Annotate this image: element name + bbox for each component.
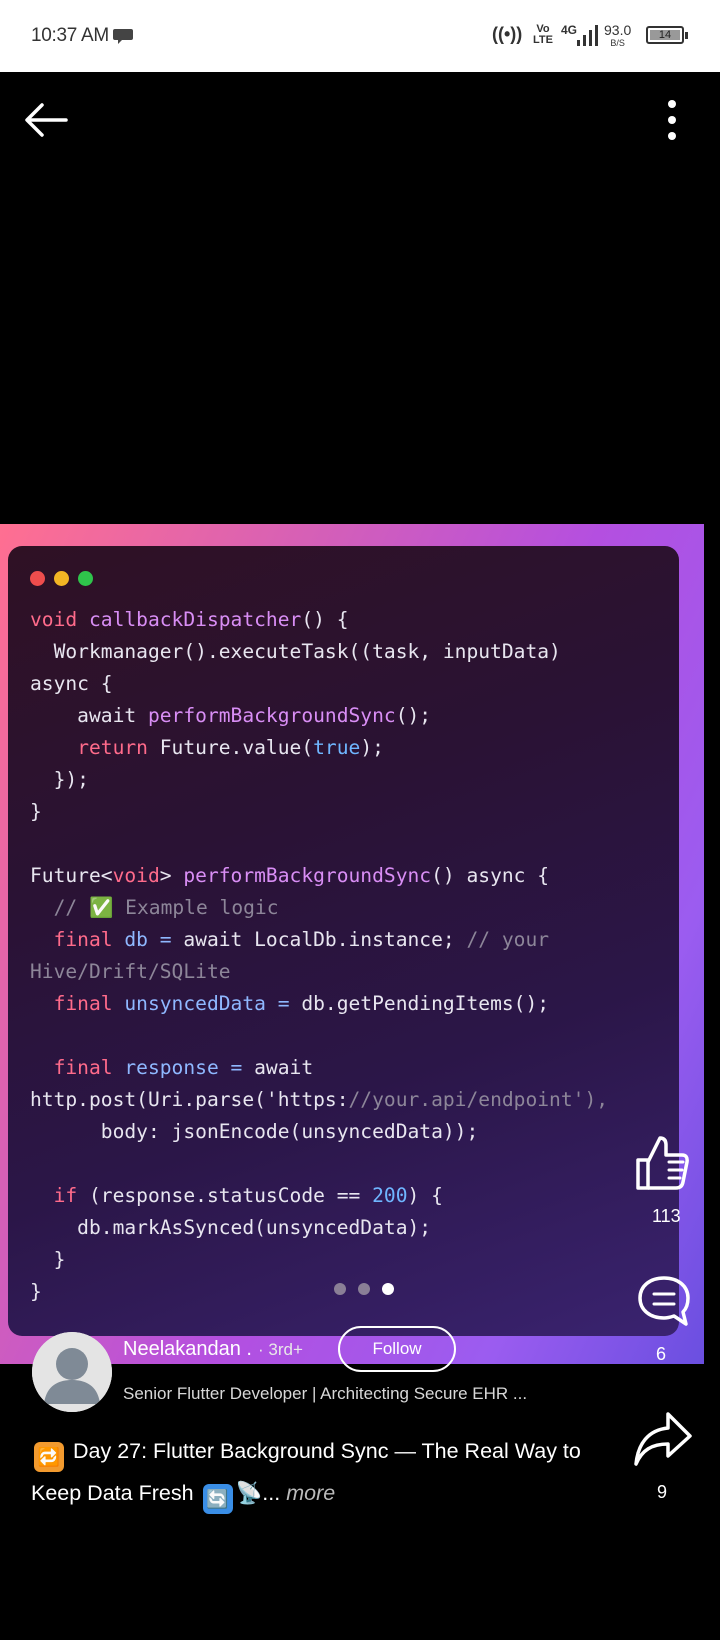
hotspot-icon: ((•)) [492,24,523,44]
code-window: void callbackDispatcher() { Workmanager(… [8,546,679,1336]
code-line: async { [30,672,113,695]
like-count: 113 [652,1206,681,1226]
like-thumbs-up-icon[interactable] [632,1132,692,1192]
status-bar: 10:37 AM ((•)) Vo LTE 4G 93.0 B/S 14 [0,0,720,72]
code-line: final unsyncedData = db.getPendingItems(… [53,992,550,1015]
pager-dot[interactable] [334,1283,346,1295]
battery-level: 14 [650,30,680,41]
comment-icon[interactable] [636,1274,692,1330]
status-time: 10:37 AM [31,25,109,46]
sync-emoji: 🔄 [202,1484,233,1514]
code-line: final db = await LocalDb.instance; // yo… [53,928,550,951]
pager-dot[interactable] [382,1283,394,1295]
message-notification-icon [113,29,133,44]
author-name[interactable]: Neelakandan . · 3rd+ [123,1338,303,1361]
code-line: http.post(Uri.parse('https://your.api/en… [30,1088,609,1111]
signal-strength-icon [577,25,598,46]
default-avatar-icon [32,1332,112,1412]
code-line: await performBackgroundSync(); [30,704,432,727]
author-name-text[interactable]: Neelakandan . [123,1338,252,1360]
author-headline: Senior Flutter Developer | Architecting … [123,1384,528,1403]
pager-dot[interactable] [358,1283,370,1295]
code-line: }); [30,768,89,791]
code-line: final response = await [53,1056,314,1079]
avatar[interactable] [32,1332,112,1412]
code-line: body: jsonEncode(unsyncedData)); [30,1120,479,1143]
satellite-emoji: 📡 [235,1481,263,1505]
code-line: } [30,800,42,823]
code-line: return Future.value(true); [77,736,384,759]
post-caption-line1: Day 27: Flutter Background Sync — The Re… [72,1439,581,1463]
carousel-pager[interactable] [334,1282,406,1300]
see-more-link[interactable]: more [286,1481,335,1505]
minimize-dot [54,571,69,586]
network-speed: 93.0 B/S [604,22,632,48]
repeat-emoji: 🔁 [34,1442,64,1472]
more-options-icon[interactable] [656,96,688,144]
code-line: } [30,1248,66,1271]
code-block: void callbackDispatcher() { Workmanager(… [30,604,608,1308]
volte-indicator: Vo LTE [533,23,553,46]
ellipsis: ... [262,1481,281,1505]
post-caption[interactable]: 🔁 Day 27: Flutter Background Sync — The … [31,1430,601,1514]
battery-icon: 14 [646,26,688,44]
share-count: 9 [657,1482,668,1502]
comment-count: 6 [656,1344,667,1364]
code-line: Hive/Drift/SQLite [30,960,231,983]
connection-degree: · 3rd+ [257,1340,303,1359]
code-line: void callbackDispatcher() { [30,608,349,631]
back-arrow-icon[interactable] [22,96,70,144]
close-dot [30,571,45,586]
code-line: Future<void> performBackgroundSync() asy… [30,864,550,887]
window-controls [30,571,102,591]
maximize-dot [78,571,93,586]
code-line: } [30,1280,42,1303]
post-image[interactable]: void callbackDispatcher() { Workmanager(… [0,524,704,1364]
code-line: if (response.statusCode == 200) { [53,1184,443,1207]
post-caption-line2: Keep Data Fresh [31,1481,194,1505]
share-arrow-icon[interactable] [632,1410,694,1470]
code-line: Workmanager().executeTask((task, inputDa… [30,640,561,663]
network-type: 4G [561,23,578,37]
follow-button[interactable]: Follow [338,1326,456,1372]
code-line: // ✅ Example logic [53,896,279,919]
code-line: db.markAsSynced(unsyncedData); [30,1216,432,1239]
